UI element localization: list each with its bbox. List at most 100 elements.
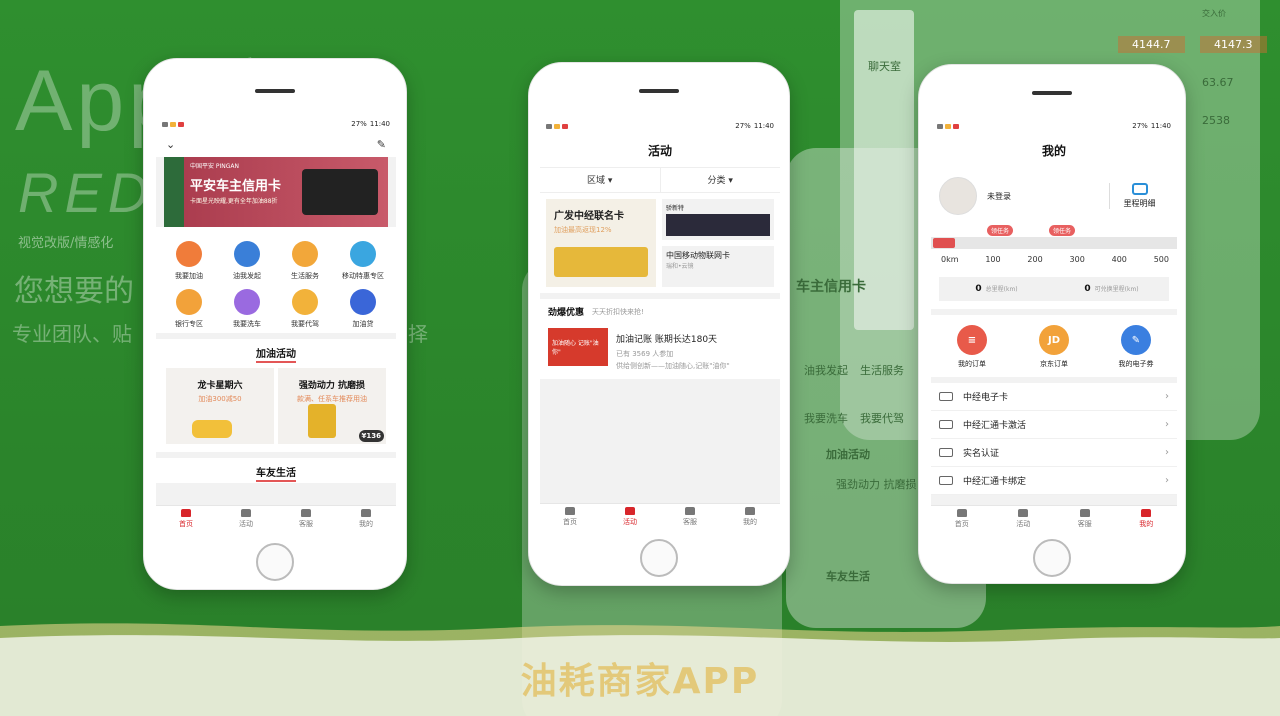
service-oil-start[interactable]: 油我发起: [218, 241, 276, 281]
service-bank[interactable]: 银行专区: [160, 289, 218, 329]
chevron-right-icon: ›: [1165, 391, 1169, 402]
ghost-section1: 加油活动: [826, 448, 870, 461]
tab-home[interactable]: 首页: [156, 506, 216, 531]
featured-cards: 广发中经联名卡 加油最高返现12% 骄新特 中国移动物联网卡 瑞和•云镜: [540, 193, 780, 293]
tab-mine[interactable]: 我的: [1116, 506, 1178, 531]
task-flag-2[interactable]: 领任务: [1049, 225, 1076, 236]
status-time: 11:40: [1150, 122, 1171, 130]
service-driver[interactable]: 我要代驾: [276, 289, 334, 329]
task-flag-1[interactable]: 领任务: [987, 225, 1014, 236]
card-jiaoxinte[interactable]: 骄新特: [662, 199, 774, 240]
chevron-right-icon: ›: [1165, 419, 1169, 430]
background-line2: 您想要的: [14, 274, 134, 309]
orders-row: ≡ 我的订单 JD 京东订单 ✎ 我的电子券: [931, 315, 1177, 377]
car-icon: [234, 289, 260, 315]
ghost-value-3: 63.67: [1202, 76, 1234, 89]
battery-level: 27%: [1132, 122, 1148, 130]
user-icon: [745, 506, 755, 515]
edit-icon[interactable]: ✎: [377, 138, 386, 151]
menu-card-activate[interactable]: 中经汇通卡激活 ›: [931, 411, 1177, 439]
home-button[interactable]: [256, 543, 294, 581]
jd-icon: JD: [1039, 325, 1069, 355]
tab-mine[interactable]: 我的: [720, 504, 780, 529]
chevron-right-icon: ›: [1165, 447, 1169, 458]
menu-card-bind[interactable]: 中经汇通卡绑定 ›: [931, 467, 1177, 495]
filter-region[interactable]: 区域 ▾: [540, 168, 661, 192]
my-orders[interactable]: ≡ 我的订单: [931, 325, 1013, 369]
deal-joined: 已有 3569 人参加: [616, 350, 674, 358]
background-line3: 专业团队、贴: [12, 322, 132, 346]
star-icon: [241, 508, 251, 517]
home-button[interactable]: [640, 539, 678, 577]
background-line1: 视觉改版/情感化: [18, 236, 114, 251]
tab-service[interactable]: 客服: [660, 504, 720, 529]
total-mileage: 0 总里程(km): [975, 284, 1018, 294]
user-icon: [1141, 508, 1152, 517]
card-mobile-iot[interactable]: 中国移动物联网卡 瑞和•云镜: [662, 246, 774, 287]
avatar[interactable]: [939, 177, 977, 215]
card-guangfa[interactable]: 广发中经联名卡 加油最高返现12%: [546, 199, 656, 287]
screen-home: 27% 11:40 ⌄ ✎ 中国平安 PINGAN 平安车主信用卡 卡面星光映耀,…: [156, 117, 396, 531]
home-button[interactable]: [1033, 539, 1071, 577]
promo-card-1[interactable]: 龙卡星期六 加油300减50: [166, 368, 274, 444]
home-icon: [565, 506, 575, 515]
star-icon: [625, 506, 635, 515]
footer-title: 油耗商家APP: [520, 661, 760, 702]
deal-item[interactable]: 加油随心 记账"油你" 加油记账 账期长达180天 已有 3569 人参加 供给…: [540, 324, 780, 379]
ghost-icon-2: 生活服务: [860, 364, 904, 377]
background-subtitle: RED: [18, 161, 155, 224]
mileage-ticks: 0km 100 200 300 400 500: [941, 255, 1169, 264]
deal-title: 加油记账 账期长达180天: [616, 335, 718, 345]
home-topbar: ⌄ ✎: [156, 131, 396, 157]
tab-service[interactable]: 客服: [276, 506, 336, 531]
tab-activity[interactable]: 活动: [216, 506, 276, 531]
banner-card-ad[interactable]: 中国平安 PINGAN 平安车主信用卡 卡面星光映耀,更有全年加油88折: [164, 157, 388, 227]
droplet-icon: [234, 241, 260, 267]
phone-activity: 27% 11:40 活动 区域 ▾ 分类 ▾ 广发中经联名卡 加油最高返现12% …: [528, 62, 790, 586]
service-life[interactable]: 生活服务: [276, 241, 334, 281]
status-bar: 27% 11:40: [156, 117, 396, 131]
jd-orders[interactable]: JD 京东订单: [1013, 325, 1095, 369]
ghost-chat-label: 聊天室: [868, 60, 901, 73]
id-card-icon: [939, 448, 953, 457]
service-carwash[interactable]: 我要洗车: [218, 289, 276, 329]
tab-home[interactable]: 首页: [931, 506, 993, 531]
tab-bar: 首页 活动 客服 我的: [931, 505, 1177, 531]
status-bar: 27% 11:40: [540, 119, 780, 133]
chevron-down-icon[interactable]: ⌄: [166, 138, 175, 151]
promo-card-2[interactable]: 强劲动力 抗磨损 款满、任系车推荐用油 ¥136: [278, 368, 386, 444]
banner-title: 平安车主信用卡: [190, 179, 282, 194]
filter-category[interactable]: 分类 ▾: [661, 168, 781, 192]
banner-leaf: [164, 157, 184, 227]
ghost-card-title: 车主信用卡: [796, 279, 866, 295]
oil-can-image: [308, 404, 336, 438]
menu-e-card[interactable]: 中经电子卡 ›: [931, 383, 1177, 411]
service-mobile-deals[interactable]: 移动特惠专区: [334, 241, 392, 281]
ghost-value-4: 2538: [1202, 114, 1230, 127]
service-grid: 我要加油 油我发起 生活服务 移动特惠专区 银行专区 我要洗车 我要代驾 加油贷: [156, 233, 396, 333]
ghost-value-1: 4144.7: [1118, 36, 1185, 53]
tab-activity[interactable]: 活动: [600, 504, 660, 529]
tab-mine[interactable]: 我的: [336, 506, 396, 531]
menu-real-name[interactable]: 实名认证 ›: [931, 439, 1177, 467]
my-coupons[interactable]: ✎ 我的电子券: [1095, 325, 1177, 369]
service-loan[interactable]: 加油贷: [334, 289, 392, 329]
section-refuel-activities: 加油活动: [156, 339, 396, 364]
steering-wheel-icon: [292, 289, 318, 315]
screen-activity: 27% 11:40 活动 区域 ▾ 分类 ▾ 广发中经联名卡 加油最高返现12% …: [540, 119, 780, 529]
ghost-value-2: 4147.3: [1200, 36, 1267, 53]
car-icon: [933, 238, 955, 248]
ghost-section2: 车友生活: [826, 570, 870, 583]
order-list-icon: ≡: [957, 325, 987, 355]
tab-activity[interactable]: 活动: [993, 506, 1055, 531]
tab-bar: 首页 活动 客服 我的: [156, 505, 396, 531]
tab-service[interactable]: 客服: [1054, 506, 1116, 531]
service-refuel[interactable]: 我要加油: [160, 241, 218, 281]
home-icon: [956, 508, 967, 517]
mileage-detail-button[interactable]: 里程明细: [1109, 183, 1169, 209]
login-status[interactable]: 未登录: [987, 191, 1109, 202]
phone-mine: 27% 11:40 我的 未登录 里程明细 领任务 领任务 0km 100 200…: [918, 64, 1186, 584]
price-tag: ¥136: [358, 430, 384, 442]
activate-card-icon: [939, 420, 953, 429]
tab-home[interactable]: 首页: [540, 504, 600, 529]
